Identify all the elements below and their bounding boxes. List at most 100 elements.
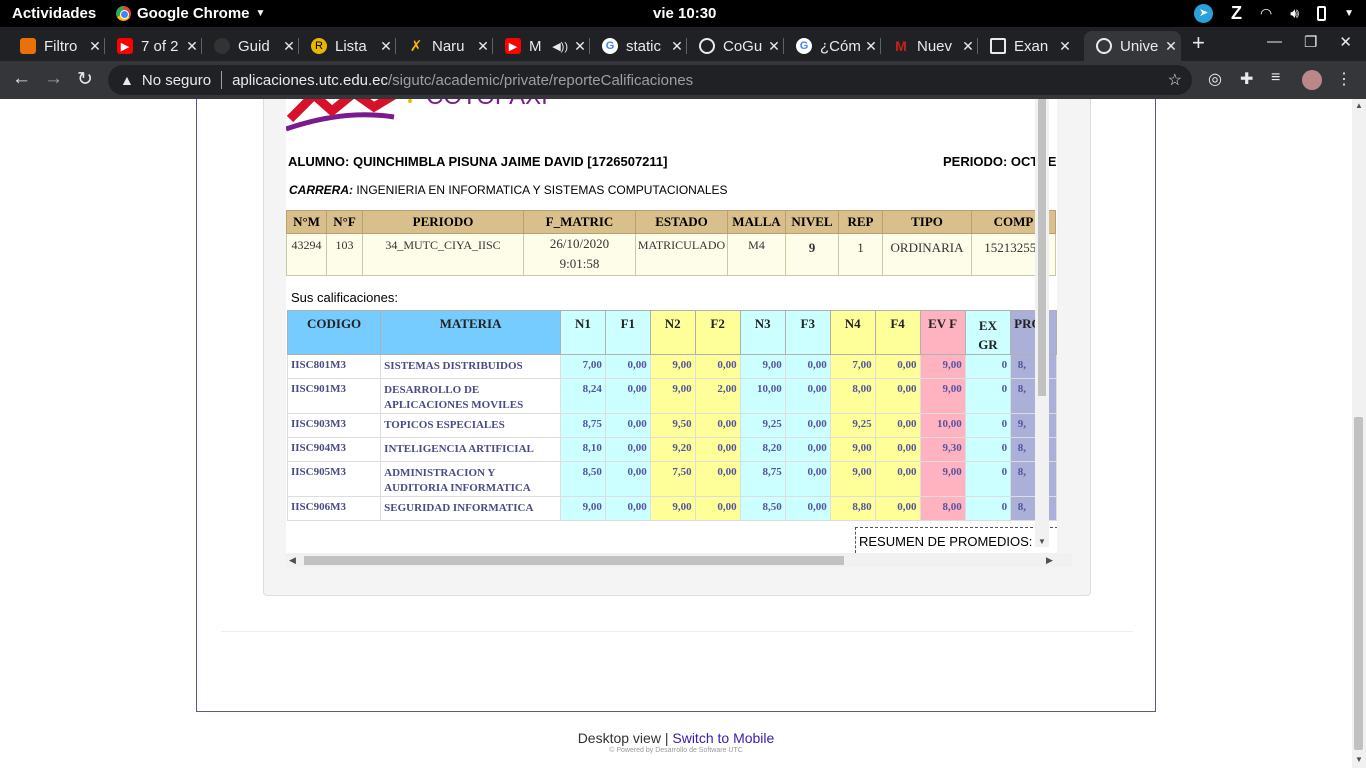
new-tab-icon[interactable]: + — [1192, 30, 1205, 56]
caret-down-icon: ▼ — [255, 8, 266, 19]
media-playlist-icon[interactable]: ≡ — [1271, 69, 1280, 87]
tab-11-active[interactable]: Unive ✕ — [1084, 31, 1181, 61]
bookmark-star-icon[interactable]: ☆ — [1168, 70, 1182, 90]
career-value: INGENIERIA EN INFORMATICA Y SISTEMAS COM… — [356, 183, 728, 197]
tab-8[interactable]: G ¿Cóm ✕ — [784, 31, 881, 61]
tab-3[interactable]: R Lista ✕ — [299, 31, 396, 61]
grades-col-9: F4 — [874, 310, 921, 355]
grade-cell: 9,25 — [739, 413, 786, 438]
grade-cell: 0,00 — [604, 461, 651, 497]
close-tab-icon[interactable]: ✕ — [667, 38, 687, 55]
back-icon[interactable]: ← — [12, 68, 31, 90]
inner-vertical-scrollbar[interactable]: ▼ — [1035, 99, 1049, 547]
grades-row: IISC903M3 TOPICOS ESPECIALES 8,75 0,00 9,50 0… — [286, 413, 1057, 438]
close-tab-icon[interactable]: ✕ — [861, 38, 881, 55]
grade-cell: 8, — [1010, 496, 1057, 521]
close-tab-icon[interactable]: ✕ — [473, 38, 493, 55]
address-bar[interactable]: ▲ No seguro aplicaciones.utc.edu.ec/sigu… — [108, 65, 1192, 95]
wifi-icon[interactable]: ◠ — [1260, 5, 1272, 22]
reload-icon[interactable]: ↻ — [77, 68, 93, 91]
menu-kebab-icon[interactable]: ⋮ — [1336, 69, 1352, 89]
close-tab-icon[interactable]: ✕ — [1161, 38, 1181, 55]
grade-cell: 8,80 — [829, 496, 876, 521]
switch-to-mobile-link[interactable]: Switch to Mobile — [672, 730, 774, 746]
extension-circle-icon[interactable]: ◎ — [1208, 69, 1222, 89]
zotero-icon[interactable]: Z — [1231, 3, 1242, 24]
close-tab-icon[interactable]: ✕ — [570, 38, 590, 55]
col-fmatric: F_MATRIC — [523, 210, 636, 234]
grade-cell: 8,75 — [739, 461, 786, 497]
close-tab-icon[interactable]: ✕ — [764, 38, 784, 55]
window-controls: — ❐ ✕ — [1267, 33, 1352, 51]
grade-cell: 8,50 — [559, 461, 606, 497]
close-tab-icon[interactable]: ✕ — [958, 38, 978, 55]
grade-cell: 0,00 — [874, 413, 921, 438]
clock[interactable]: vie 10:30 — [653, 5, 716, 22]
grade-cell: 0,00 — [784, 413, 831, 438]
profile-avatar[interactable] — [1302, 70, 1322, 90]
course-code: IISC905M3 — [286, 461, 382, 497]
grade-cell: 8,75 — [559, 413, 606, 438]
page-vertical-scrollbar[interactable]: ▲ ▼ — [1352, 99, 1366, 768]
grade-cell: 0 — [964, 354, 1012, 379]
grade-cell: 0,00 — [604, 437, 651, 462]
close-window-icon[interactable]: ✕ — [1339, 33, 1352, 51]
close-tab-icon[interactable]: ✕ — [85, 38, 105, 55]
close-tab-icon[interactable]: ✕ — [376, 38, 396, 55]
app-menu[interactable]: Google Chrome ▼ — [116, 5, 265, 22]
tab-9[interactable]: M Nuev ✕ — [881, 31, 978, 61]
tab-5[interactable]: ▶ M ◀)) ✕ — [493, 31, 590, 61]
tab-0[interactable]: Filtro ✕ — [8, 31, 105, 61]
col-estado: ESTADO — [635, 210, 728, 234]
course-name: INTELIGENCIA ARTIFICIAL — [380, 437, 561, 462]
close-tab-icon[interactable]: ✕ — [279, 38, 299, 55]
col-nivel: NIVEL — [785, 210, 839, 234]
tab-7[interactable]: CoGu ✕ — [687, 31, 784, 61]
grade-cell: 8, — [1010, 378, 1057, 414]
telegram-icon[interactable]: ➤ — [1194, 4, 1214, 23]
close-tab-icon[interactable]: ✕ — [1055, 38, 1075, 55]
inner-horizontal-scrollbar[interactable]: ◀ ▶ — [286, 553, 1072, 567]
warning-icon[interactable]: ▲ — [120, 72, 134, 88]
grade-cell: 0,00 — [784, 378, 831, 414]
grades-col-7: F3 — [784, 310, 831, 355]
grade-cell: 10,00 — [919, 413, 966, 438]
system-menu-caret-icon[interactable]: ▼ — [1344, 8, 1354, 19]
activities-button[interactable]: Actividades — [12, 5, 96, 22]
grade-cell: 10,00 — [739, 378, 786, 414]
col-nf: N°F — [326, 210, 363, 234]
grade-cell: 8,00 — [919, 496, 966, 521]
tab-1[interactable]: ▶ 7 of 2 ✕ — [105, 31, 202, 61]
tab-10[interactable]: Exan ✕ — [978, 31, 1075, 61]
chrome-icon — [116, 6, 131, 21]
audio-playing-icon[interactable]: ◀)) — [552, 40, 568, 53]
grade-cell: 9,00 — [739, 354, 786, 379]
tab-4[interactable]: ✗ Naru ✕ — [396, 31, 493, 61]
tab-2[interactable]: Guid ✕ — [202, 31, 299, 61]
tab-6[interactable]: Gstatic ✕ — [590, 31, 687, 61]
battery-icon[interactable] — [1317, 6, 1327, 21]
report-scroll-area[interactable]: COTOPAXI ALUMNO: QUINCHIMBLA PISUNA JAIM… — [286, 99, 1057, 561]
security-label[interactable]: No seguro — [142, 72, 211, 89]
grade-cell: 9,25 — [829, 413, 876, 438]
grade-cell: 7,00 — [559, 354, 606, 379]
cell: 34_MUTC_CIYA_IISC — [362, 233, 524, 276]
grades-row: IISC905M3 ADMINISTRACION Y AUDITORIA INFO… — [286, 461, 1057, 497]
grade-cell: 0 — [964, 413, 1012, 438]
tab-label: CoGu — [723, 37, 763, 55]
col-periodo: PERIODO — [362, 210, 524, 234]
desktop-view-label: Desktop view — [577, 730, 661, 746]
grade-cell: 9,00 — [919, 354, 966, 379]
grade-cell: 9,00 — [829, 437, 876, 462]
volume-icon[interactable]: 🔊︎ — [1290, 5, 1299, 22]
extensions-puzzle-icon[interactable]: ✚ — [1240, 69, 1253, 89]
minimize-icon[interactable]: — — [1267, 33, 1282, 51]
tab-label: Lista — [335, 37, 367, 55]
grade-cell: 9,50 — [649, 413, 696, 438]
grade-cell: 8,50 — [739, 496, 786, 521]
close-tab-icon[interactable]: ✕ — [182, 38, 202, 55]
forward-icon[interactable]: → — [44, 68, 63, 90]
grade-cell: 9,00 — [649, 496, 696, 521]
system-tray[interactable]: ➤ Z ◠ 🔊︎ ▼ — [1194, 3, 1354, 24]
restore-icon[interactable]: ❐ — [1304, 33, 1317, 51]
